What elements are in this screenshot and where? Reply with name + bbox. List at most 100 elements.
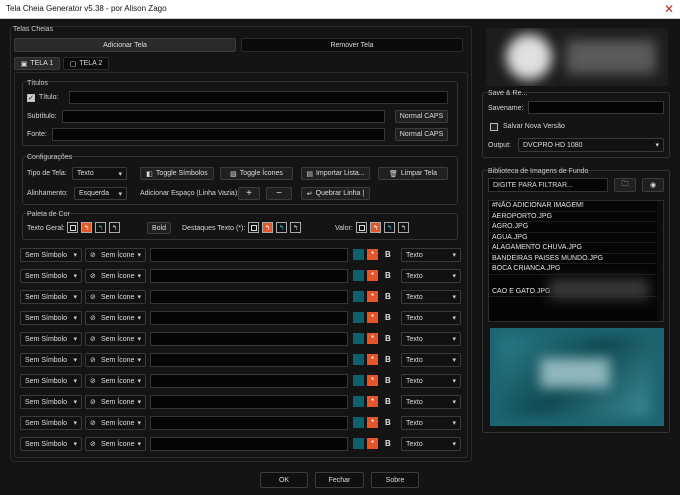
list-item[interactable]: AGRO.JPG xyxy=(489,222,663,233)
color-teal-swatch[interactable] xyxy=(353,312,364,323)
swatch-white[interactable] xyxy=(67,222,78,233)
ok-button[interactable]: OK xyxy=(260,472,308,488)
highlight-star-button[interactable]: * xyxy=(367,270,378,281)
highlight-star-button[interactable]: * xyxy=(367,249,378,260)
color-teal-swatch[interactable] xyxy=(353,354,364,365)
list-item[interactable]: ALAGAMENTO CHUVA.JPG xyxy=(489,243,663,254)
icone-select[interactable]: ⊘ Sem Ícone ▾ xyxy=(85,332,146,346)
icone-select[interactable]: ⊘ Sem Ícone ▾ xyxy=(85,437,146,451)
line-text-input[interactable] xyxy=(150,416,348,430)
highlight-star-button[interactable]: * xyxy=(367,438,378,449)
color-teal-swatch[interactable] xyxy=(353,249,364,260)
line-text-input[interactable] xyxy=(150,374,348,388)
bold-toggle[interactable]: B xyxy=(385,418,391,427)
simbolo-select[interactable]: Sem Símbolo ▾ xyxy=(20,332,82,346)
bold-toggle[interactable]: B xyxy=(385,334,391,343)
add-tela-button[interactable]: Adicionar Tela xyxy=(14,38,236,52)
simbolo-select[interactable]: Sem Símbolo ▾ xyxy=(20,248,82,262)
list-scrollbar[interactable] xyxy=(657,201,663,321)
tipo-linha-select[interactable]: Texto ▾ xyxy=(401,248,461,262)
swatch-orange[interactable]: ↰ xyxy=(81,222,92,233)
highlight-star-button[interactable]: * xyxy=(367,396,378,407)
color-teal-swatch[interactable] xyxy=(353,375,364,386)
salvar-nova-versao-checkbox[interactable] xyxy=(490,123,498,131)
folder-button[interactable]: 🗀 xyxy=(614,178,636,192)
simbolo-select[interactable]: Sem Símbolo ▾ xyxy=(20,395,82,409)
highlight-star-button[interactable]: * xyxy=(367,354,378,365)
line-text-input[interactable] xyxy=(150,437,348,451)
icone-select[interactable]: ⊘ Sem Ícone ▾ xyxy=(85,353,146,367)
line-text-input[interactable] xyxy=(150,332,348,346)
toggle-simbolos-button[interactable]: ◧ Toggle Símbolos xyxy=(140,167,214,180)
tab-tela-1[interactable]: ▣ TELA 1 xyxy=(14,57,60,70)
add-space-button[interactable]: + xyxy=(238,187,260,200)
bold-toggle[interactable]: B xyxy=(385,439,391,448)
bold-toggle[interactable]: B xyxy=(385,250,391,259)
highlight-star-button[interactable]: * xyxy=(367,417,378,428)
bold-toggle[interactable]: B xyxy=(385,355,391,364)
color-teal-swatch[interactable] xyxy=(353,291,364,302)
bold-toggle[interactable]: B xyxy=(385,313,391,322)
fonte-normal-caps-button[interactable]: Normal CAPS xyxy=(395,128,448,141)
tipo-linha-select[interactable]: Texto ▾ xyxy=(401,374,461,388)
icone-select[interactable]: ⊘ Sem Ícone ▾ xyxy=(85,374,146,388)
line-text-input[interactable] xyxy=(150,248,348,262)
bold-toggle[interactable]: B xyxy=(385,271,391,280)
list-item[interactable]: AEROPORTO.JPG xyxy=(489,212,663,222)
swatch-light[interactable]: ↰ xyxy=(290,222,301,233)
list-item[interactable]: BANDEIRAS PAISES MUNDO.JPG xyxy=(489,254,663,264)
tipo-linha-select[interactable]: Texto ▾ xyxy=(401,437,461,451)
preview-button[interactable]: ◉ xyxy=(642,178,664,192)
highlight-star-button[interactable]: * xyxy=(367,375,378,386)
swatch-teal[interactable]: ↰ xyxy=(276,222,287,233)
image-list[interactable]: #NÃO ADICIONAR IMAGEM! AEROPORTO.JPG AGRO.… xyxy=(488,200,664,322)
swatch-teal[interactable]: ↰ xyxy=(384,222,395,233)
tipo-linha-select[interactable]: Texto ▾ xyxy=(401,416,461,430)
sobre-button[interactable]: Sobre xyxy=(371,472,419,488)
list-item[interactable]: AGUA.JPG xyxy=(489,233,663,243)
simbolo-select[interactable]: Sem Símbolo ▾ xyxy=(20,416,82,430)
savename-input[interactable] xyxy=(528,101,664,114)
line-text-input[interactable] xyxy=(150,353,348,367)
color-teal-swatch[interactable] xyxy=(353,417,364,428)
icone-select[interactable]: ⊘ Sem Ícone ▾ xyxy=(85,416,146,430)
icone-select[interactable]: ⊘ Sem Ícone ▾ xyxy=(85,290,146,304)
icone-select[interactable]: ⊘ Sem Ícone ▾ xyxy=(85,248,146,262)
color-teal-swatch[interactable] xyxy=(353,333,364,344)
bold-button[interactable]: Bold xyxy=(147,222,171,234)
icone-select[interactable]: ⊘ Sem Ícone ▾ xyxy=(85,269,146,283)
simbolo-select[interactable]: Sem Símbolo ▾ xyxy=(20,269,82,283)
tipo-linha-select[interactable]: Texto ▾ xyxy=(401,311,461,325)
tipo-linha-select[interactable]: Texto ▾ xyxy=(401,395,461,409)
color-teal-swatch[interactable] xyxy=(353,270,364,281)
limpar-tela-button[interactable]: 🗑 Limpar Tela xyxy=(378,167,448,180)
simbolo-select[interactable]: Sem Símbolo ▾ xyxy=(20,290,82,304)
alinhamento-select[interactable]: Esquerda ▾ xyxy=(74,187,127,200)
highlight-star-button[interactable]: * xyxy=(367,312,378,323)
swatch-white[interactable] xyxy=(356,222,367,233)
subtitulo-normal-caps-button[interactable]: Normal CAPS xyxy=(395,110,448,123)
output-select[interactable]: DVCPRO HD 1080 ▾ xyxy=(518,138,664,152)
bold-toggle[interactable]: B xyxy=(385,292,391,301)
simbolo-select[interactable]: Sem Símbolo ▾ xyxy=(20,311,82,325)
swatch-teal[interactable]: ↰ xyxy=(95,222,106,233)
icone-select[interactable]: ⊘ Sem Ícone ▾ xyxy=(85,311,146,325)
list-item[interactable]: BOCA CRIANCA.JPG xyxy=(489,264,663,275)
swatch-orange[interactable]: ↰ xyxy=(370,222,381,233)
fonte-input[interactable] xyxy=(52,128,385,141)
tipo-linha-select[interactable]: Texto ▾ xyxy=(401,332,461,346)
remove-tela-button[interactable]: Remover Tela xyxy=(241,38,463,52)
bold-toggle[interactable]: B xyxy=(385,376,391,385)
swatch-white[interactable] xyxy=(248,222,259,233)
highlight-star-button[interactable]: * xyxy=(367,333,378,344)
icone-select[interactable]: ⊘ Sem Ícone ▾ xyxy=(85,395,146,409)
tipo-tela-select[interactable]: Texto ▾ xyxy=(72,167,127,180)
remove-space-button[interactable]: − xyxy=(266,187,292,200)
line-text-input[interactable] xyxy=(150,269,348,283)
bold-toggle[interactable]: B xyxy=(385,397,391,406)
swatch-light[interactable]: ↰ xyxy=(398,222,409,233)
titulo-checkbox[interactable]: ✓ xyxy=(27,94,35,102)
titulo-input[interactable] xyxy=(69,91,448,104)
simbolo-select[interactable]: Sem Símbolo ▾ xyxy=(20,353,82,367)
fechar-button[interactable]: Fechar xyxy=(315,472,364,488)
